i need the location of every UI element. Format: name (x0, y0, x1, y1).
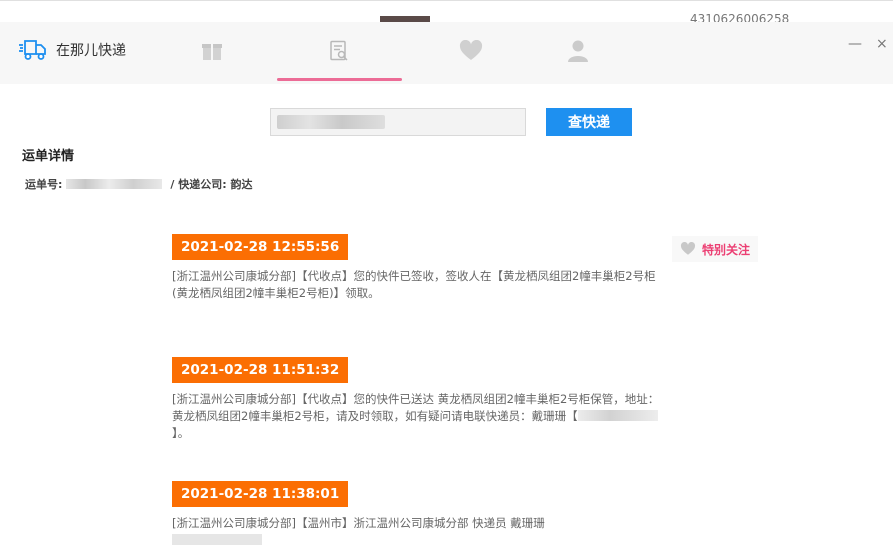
minimize-button[interactable]: — (848, 36, 862, 52)
document-search-icon[interactable] (324, 36, 354, 66)
background-divider (0, 0, 893, 1)
app-name: 在那儿快递 (56, 43, 126, 59)
tracking-label: 运单号: (25, 178, 63, 191)
user-icon[interactable] (563, 36, 593, 66)
special-follow-button[interactable]: 特别关注 (672, 236, 759, 262)
title-bar: 在那儿快递 — × (0, 22, 893, 84)
courier-company: / 快递公司: 韵达 (170, 178, 253, 191)
query-button[interactable]: 查快递 (546, 108, 632, 136)
heart-icon[interactable] (456, 36, 486, 66)
timeline-description: [浙江温州公司康城分部]【代收点】您的快件已送达 黄龙栖凤组团2幢丰巢柜2号柜保… (172, 391, 667, 442)
heart-icon (680, 242, 696, 255)
background-text: 4310626006258 (690, 12, 790, 22)
redacted-tracking-value (66, 179, 163, 189)
special-follow-label: 特别关注 (702, 242, 751, 257)
background-window-strip: 4310626006258 (0, 0, 893, 22)
timeline-entry: 2021-02-28 12:55:56 [浙江温州公司康城分部]【代收点】您的快… (172, 234, 672, 302)
timeline-description-text: [浙江温州公司康城分部]【温州市】浙江温州公司康城分部 快递员 戴珊珊 (172, 516, 545, 530)
redacted-tracking-number (277, 115, 385, 129)
timeline-description: [浙江温州公司康城分部]【温州市】浙江温州公司康城分部 快递员 戴珊珊 (172, 515, 667, 549)
section-title: 运单详情 (22, 149, 75, 164)
active-tab-indicator (277, 78, 402, 81)
timeline-entry: 2021-02-28 11:38:01 [浙江温州公司康城分部]【温州市】浙江温… (172, 481, 672, 549)
timeline-timestamp: 2021-02-28 11:38:01 (172, 481, 349, 507)
timeline-description: [浙江温州公司康城分部]【代收点】您的快件已签收，签收人在【黄龙栖凤组团2幢丰巢… (172, 269, 656, 300)
gift-icon[interactable] (197, 36, 227, 66)
timeline-entry: 2021-02-28 11:51:32 [浙江温州公司康城分部]【代收点】您的快… (172, 357, 672, 442)
close-button[interactable]: × (876, 36, 888, 52)
delivery-truck-icon (18, 39, 48, 61)
timeline-timestamp: 2021-02-28 12:55:56 (172, 234, 349, 260)
waybill-meta: 运单号: / 快递公司: 韵达 (25, 176, 252, 192)
timeline-timestamp: 2021-02-28 11:51:32 (172, 357, 349, 383)
redacted-text (172, 534, 262, 545)
timeline-description-end: 】。 (172, 426, 190, 440)
app-window: 在那儿快递 — × 查快递 运单详情 运单号: / 快递公司: 韵达 特别关注 (0, 22, 893, 545)
app-brand: 在那儿快递 (18, 39, 126, 61)
redacted-phone (577, 410, 658, 421)
